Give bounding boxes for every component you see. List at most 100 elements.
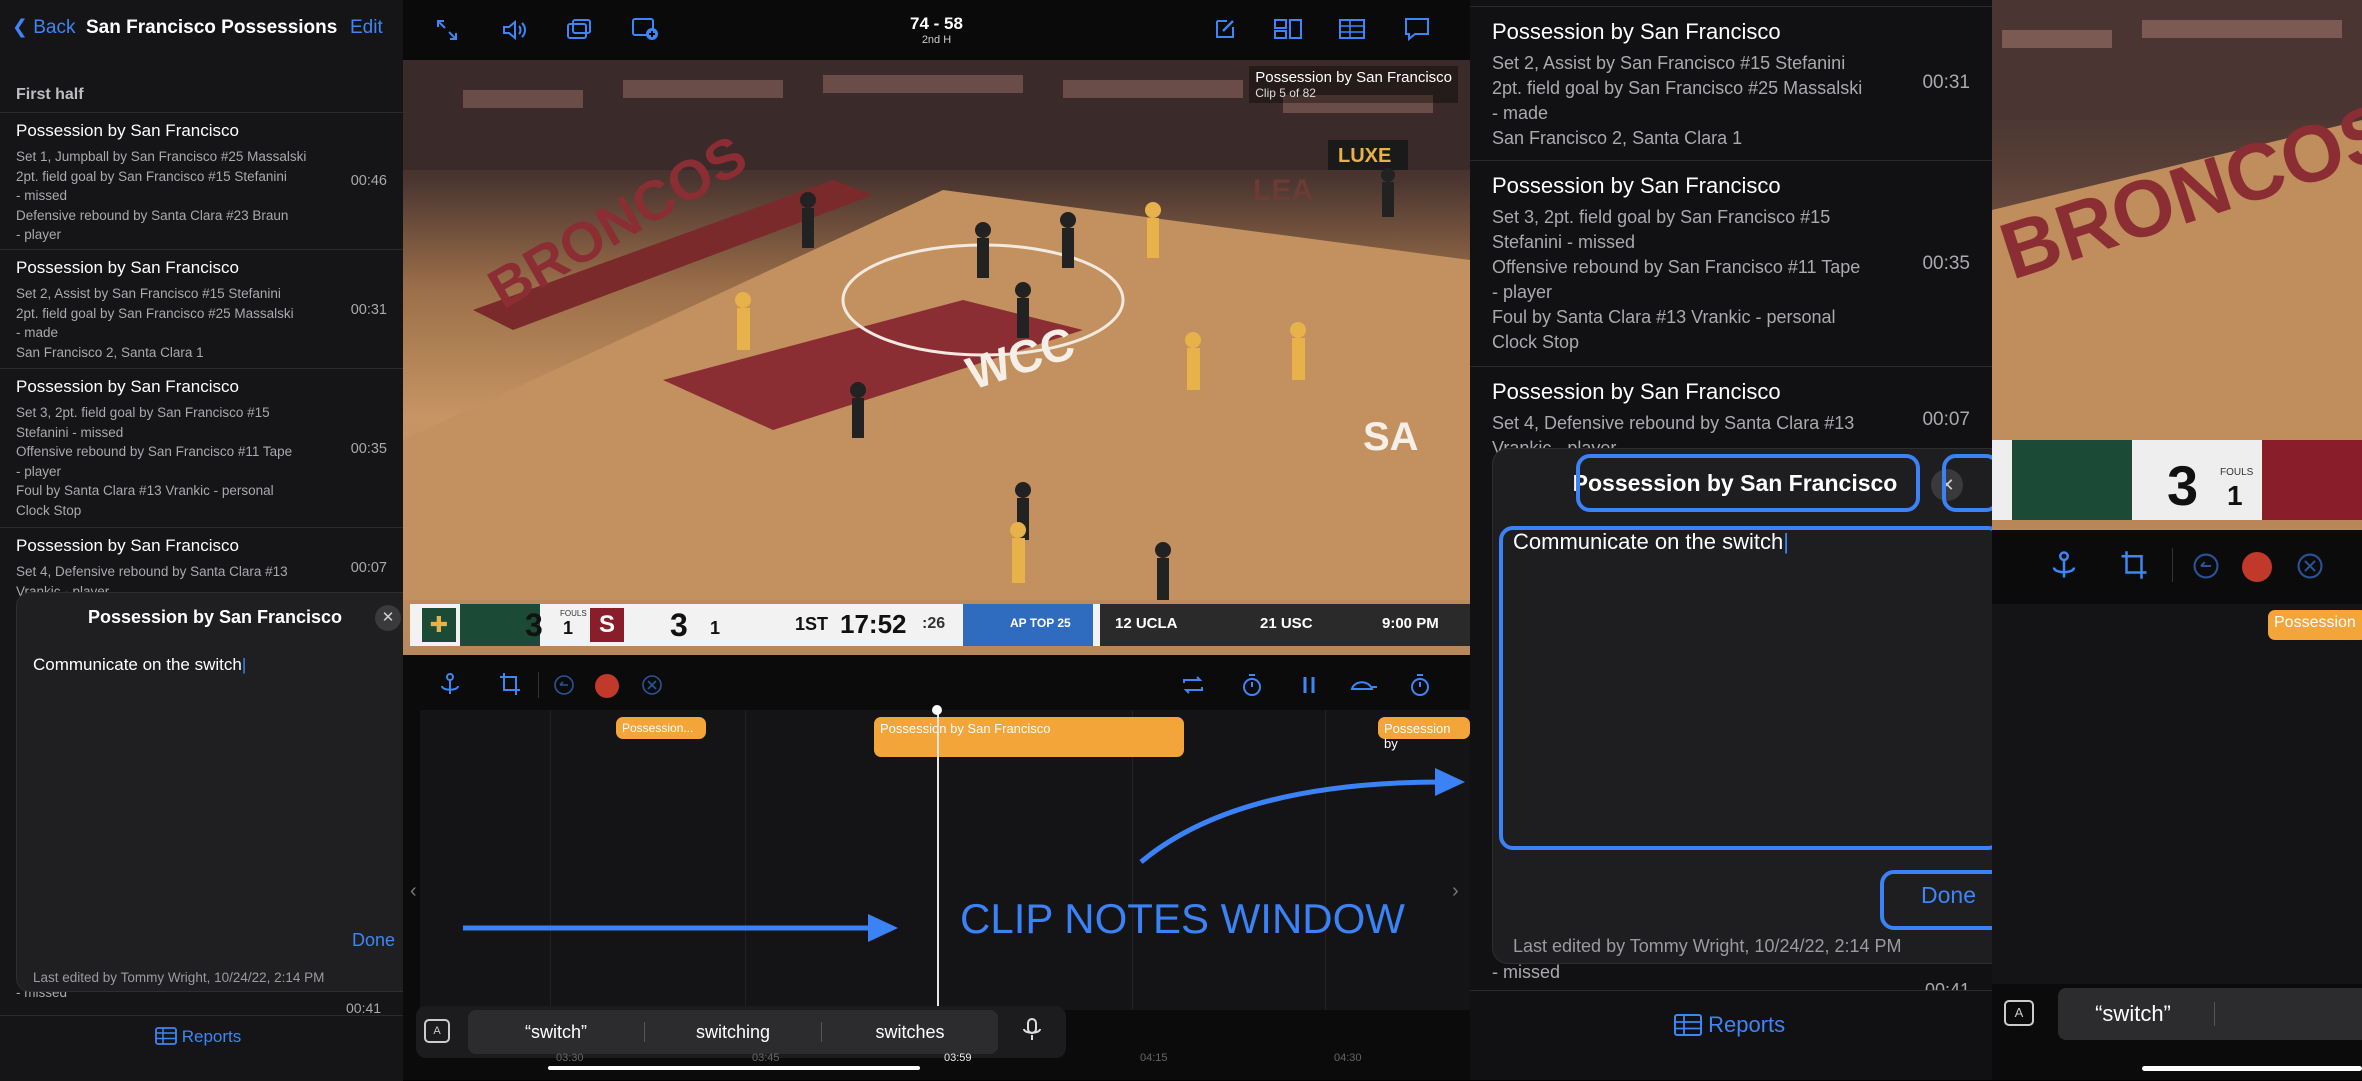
- loop-icon[interactable]: [1181, 674, 1205, 696]
- time-tick: 03:45: [752, 1052, 780, 1064]
- close-button[interactable]: ✕: [375, 605, 401, 631]
- list-item[interactable]: Possession by San Francisco Set 3, 2pt. …: [1470, 160, 1992, 365]
- anchor-icon[interactable]: [439, 672, 461, 696]
- done-button[interactable]: Done: [352, 930, 395, 951]
- undo-icon[interactable]: [553, 674, 575, 696]
- last-edited-label: Last edited by Tommy Wright, 10/24/22, 2…: [33, 970, 325, 985]
- detail-line: Offensive rebound by San Francisco #11 T…: [1492, 257, 1861, 277]
- detail-line: - missed: [16, 188, 68, 203]
- game-score: 74 - 58: [910, 14, 963, 33]
- court-text: LEA: [1253, 174, 1313, 207]
- list-item-duration: 00:41: [346, 1000, 382, 1016]
- reports-button[interactable]: Reports: [155, 1027, 241, 1047]
- speed-timer-icon[interactable]: [1409, 673, 1431, 697]
- video-toolbar: 74 - 58 2nd H: [403, 0, 1470, 60]
- turtle-icon[interactable]: [1348, 675, 1380, 695]
- edit-note-icon[interactable]: [1213, 17, 1237, 41]
- list-item[interactable]: Possession by San Francisco Set 3, 2pt. …: [0, 368, 403, 527]
- detail-line: Set 2, Assist by San Francisco #15 Stefa…: [1492, 53, 1846, 73]
- page-title: San Francisco Possessions: [86, 17, 338, 38]
- away-logo: S: [590, 608, 624, 642]
- record-button[interactable]: [2242, 552, 2272, 582]
- back-button[interactable]: ❮ Back: [12, 16, 75, 39]
- suggestion-item[interactable]: “switch”: [2058, 988, 2208, 1040]
- timeline-clip[interactable]: Possession...: [616, 717, 706, 739]
- list-item-details: Set 2, Assist by San Francisco #15 Stefa…: [1492, 51, 1892, 151]
- playhead-knob[interactable]: [932, 705, 942, 715]
- crop-icon[interactable]: [499, 672, 521, 696]
- comment-icon[interactable]: [1403, 16, 1431, 42]
- detail-line: San Francisco 2, Santa Clara 1: [1492, 128, 1743, 148]
- shot-clock: :26: [922, 615, 946, 632]
- video-frame: BRONCOS WCC LEA SA LUXE: [403, 60, 1470, 655]
- note-title: Possession by San Francisco: [87, 607, 343, 627]
- table-icon: [1674, 1014, 1702, 1036]
- list-item[interactable]: Possession by San Francisco Set 2, Assis…: [1470, 6, 1992, 159]
- detail-line: Foul by Santa Clara #13 Vrankic - person…: [16, 483, 274, 498]
- annotation-label: CLIP NOTES WINDOW: [960, 895, 1405, 942]
- reports-label: Reports: [181, 1027, 242, 1046]
- crop-icon[interactable]: [2120, 550, 2148, 580]
- home-indicator: [548, 1066, 920, 1070]
- detail-line: 2pt. field goal by San Francisco #25 Mas…: [16, 305, 294, 321]
- edit-button[interactable]: Edit: [350, 17, 383, 39]
- suggestion-item[interactable]: switches: [822, 1010, 998, 1054]
- list-item[interactable]: Possession by San Francisco Set 1, Jumpb…: [0, 112, 403, 249]
- anchor-icon[interactable]: [2050, 550, 2078, 580]
- detail-line: Set 4, Defensive rebound by Santa Clara …: [1492, 413, 1855, 433]
- body-highlight: [1499, 526, 2002, 850]
- reports-button[interactable]: Reports: [1674, 1012, 1785, 1038]
- detail-line: Offensive rebound by San Francisco #11 T…: [16, 444, 293, 459]
- detail-line: Set 2, Assist by San Francisco #15 Stefa…: [16, 286, 281, 301]
- clip-overlay-title: Possession by San Francisco: [1255, 69, 1452, 86]
- time-tick: 04:30: [1334, 1052, 1362, 1064]
- list-item-duration: 00:46: [350, 173, 387, 189]
- court-text: LUXE: [1338, 145, 1391, 167]
- list-item-details: Set 3, 2pt. field goal by San Francisco …: [16, 403, 331, 520]
- detail-line: Stefanini - missed: [1492, 232, 1636, 252]
- undo-icon[interactable]: [2192, 552, 2220, 580]
- home-fouls: 1: [563, 618, 574, 638]
- ticker-brand: AP TOP 25: [1010, 616, 1071, 630]
- list-item[interactable]: Possession by San Francisco Set 2, Assis…: [0, 249, 403, 368]
- ticker-team: 12 UCLA: [1115, 615, 1178, 632]
- detail-line: - player: [16, 463, 62, 479]
- list-item-title: Possession by San Francisco: [1492, 379, 1781, 404]
- video-player[interactable]: BRONCOS WCC LEA SA LUXE Possession by Sa…: [403, 60, 1470, 655]
- suggestion-item[interactable]: “switch”: [468, 1010, 644, 1054]
- list-item-duration: 00:31: [350, 302, 387, 318]
- microphone-icon[interactable]: [1022, 1018, 1042, 1042]
- format-key[interactable]: A: [2004, 1000, 2034, 1026]
- timeline-clip[interactable]: Possession: [2268, 610, 2362, 640]
- toolbar-divider: [538, 672, 539, 698]
- list-item-title: Possession by San Francisco: [16, 121, 239, 140]
- suggestion-item[interactable]: switching: [645, 1010, 821, 1054]
- detail-line: Set 3, 2pt. field goal by San Francisco …: [16, 405, 270, 420]
- zoomed-timeline: Possession A “switch”: [1992, 530, 2362, 1080]
- pause-icon[interactable]: [1299, 674, 1319, 696]
- title-highlight: [1576, 454, 1920, 512]
- time-tick: 04:15: [1140, 1052, 1168, 1064]
- detail-line: - missed: [1492, 962, 1561, 982]
- section-header: First half: [16, 86, 84, 103]
- court-text: SA: [1363, 415, 1419, 459]
- format-key[interactable]: A: [424, 1019, 450, 1043]
- clip-overlay: Possession by San Francisco Clip 5 of 82: [1249, 66, 1458, 103]
- layout-icon[interactable]: [1273, 17, 1303, 41]
- record-button[interactable]: [595, 674, 619, 698]
- clip-notes-popover: Possession by San Francisco ✕ Communicat…: [16, 592, 416, 992]
- list-item-title: Possession by San Francisco: [1492, 19, 1781, 44]
- detail-line: - made: [1492, 103, 1549, 123]
- timer-icon[interactable]: [1241, 673, 1263, 697]
- detail-line: San Francisco 2, Santa Clara 1: [16, 344, 204, 360]
- list-item-details: Set 3, 2pt. field goal by San Francisco …: [1492, 205, 1892, 355]
- cancel-icon[interactable]: [641, 674, 663, 696]
- cancel-icon[interactable]: [2296, 552, 2324, 580]
- table-icon: [155, 1027, 177, 1045]
- reports-label: Reports: [1708, 1012, 1786, 1037]
- note-text-input[interactable]: Communicate on the switch|: [33, 655, 246, 675]
- list-view-icon[interactable]: [1338, 17, 1366, 41]
- detail-line: Set 4, Defensive rebound by Santa Clara …: [16, 564, 288, 579]
- home-fouls: 1: [2227, 480, 2243, 511]
- timeline-clip[interactable]: Possession by: [1378, 717, 1470, 751]
